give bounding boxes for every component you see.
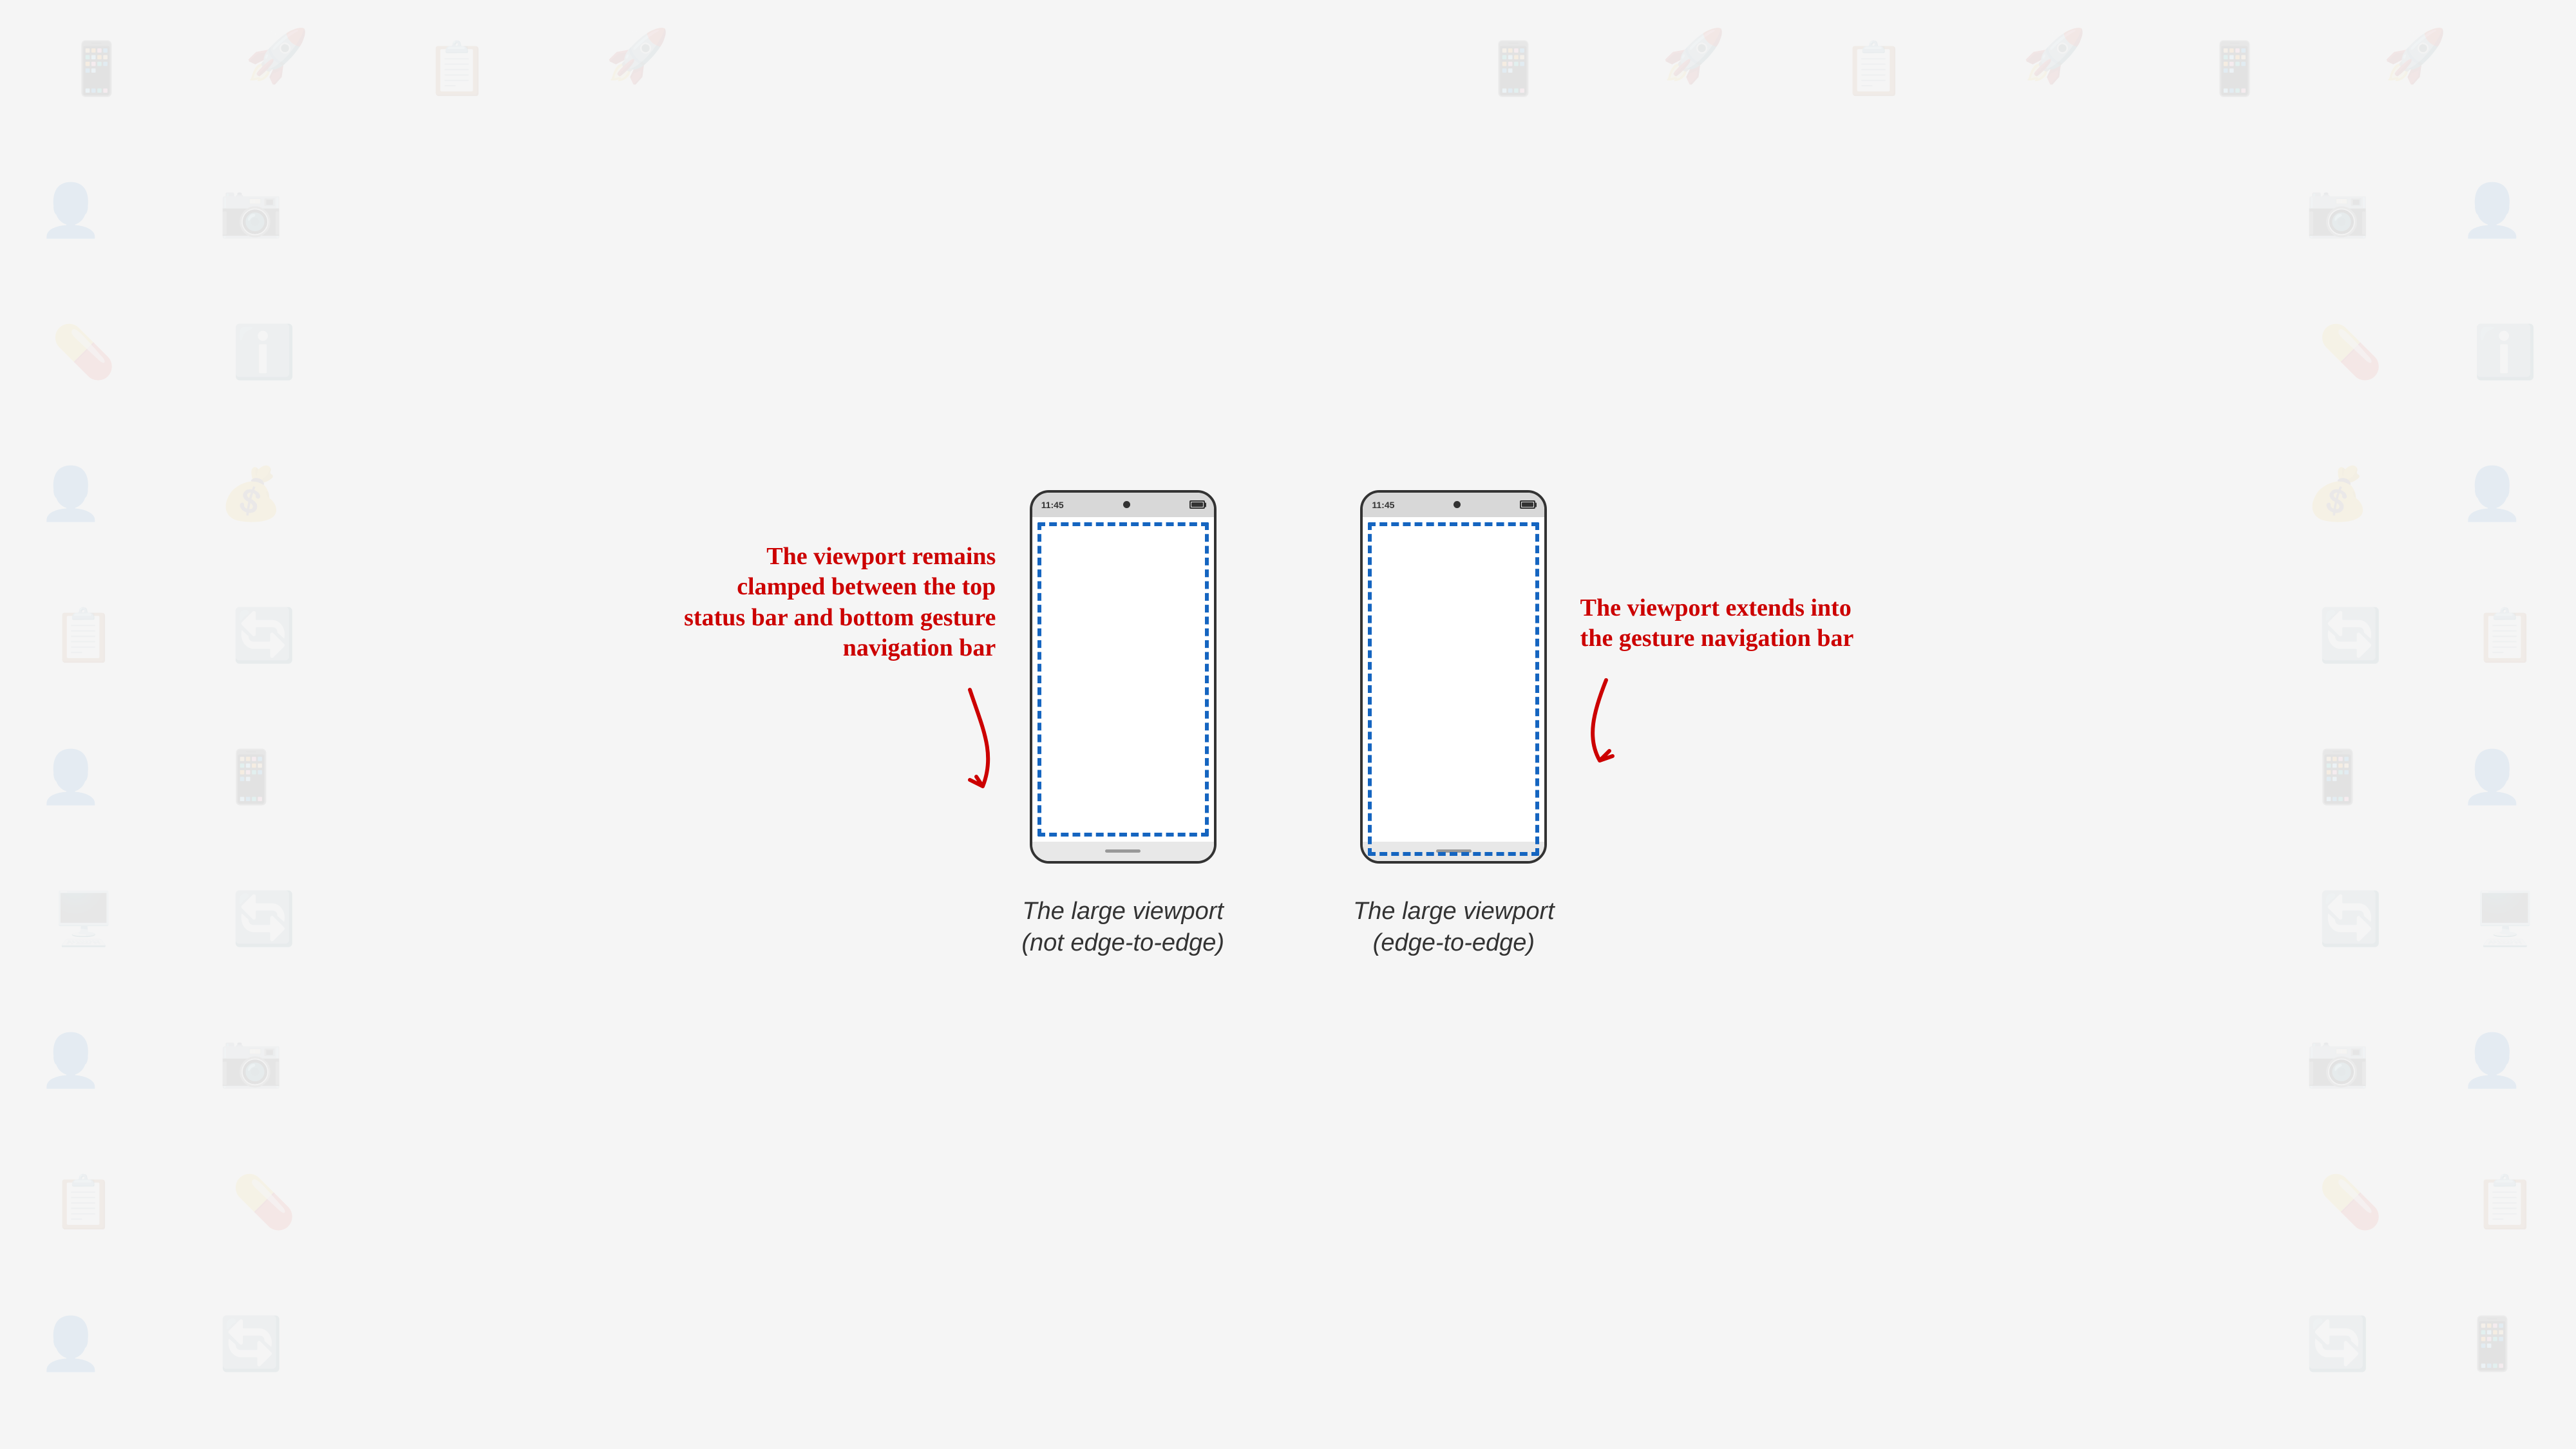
caption-line2-left: (not edge-to-edge) — [1021, 927, 1224, 959]
phone-edge-to-edge-wrapper: The viewport extends into the gesture na… — [1353, 490, 1555, 960]
phone-frame-not-e2e: 11:45 — [1030, 490, 1217, 864]
caption-not-e2e: The large viewport (not edge-to-edge) — [1021, 896, 1224, 960]
time-left: 11:45 — [1041, 500, 1064, 510]
viewport-not-e2e — [1032, 517, 1214, 842]
dashed-border-e2e — [1368, 522, 1539, 856]
status-bar-right: 11:45 — [1363, 493, 1544, 517]
main-content: The viewport remains clamped between the… — [0, 0, 2576, 1449]
time-right: 11:45 — [1372, 500, 1394, 510]
viewport-e2e — [1363, 517, 1544, 842]
caption-line1-left: The large viewport — [1021, 896, 1224, 927]
battery-right — [1520, 500, 1535, 509]
caption-line1-right: The large viewport — [1353, 896, 1555, 927]
left-arrow — [777, 677, 996, 806]
left-annotation: The viewport remains clamped between the… — [674, 542, 996, 806]
right-arrow — [1580, 667, 1799, 770]
battery-left — [1189, 500, 1205, 509]
dashed-border-not-e2e — [1037, 522, 1209, 837]
phone-not-edge-to-edge-wrapper: The viewport remains clamped between the… — [1021, 490, 1224, 960]
gesture-pill-left — [1105, 849, 1141, 853]
status-bar-left: 11:45 — [1032, 493, 1214, 517]
caption-e2e: The large viewport (edge-to-edge) — [1353, 896, 1555, 960]
camera-dot-left — [1123, 501, 1130, 508]
annotation-text-right: The viewport extends into the gesture na… — [1580, 593, 1877, 654]
annotation-text-left: The viewport remains clamped between the… — [674, 542, 996, 664]
caption-line2-right: (edge-to-edge) — [1353, 927, 1555, 959]
camera-dot-right — [1454, 501, 1461, 508]
phone-frame-e2e: 11:45 — [1360, 490, 1547, 864]
gesture-bar-left — [1032, 842, 1214, 861]
phones-area: The viewport remains clamped between the… — [1021, 490, 1554, 960]
right-annotation: The viewport extends into the gesture na… — [1580, 593, 1877, 770]
